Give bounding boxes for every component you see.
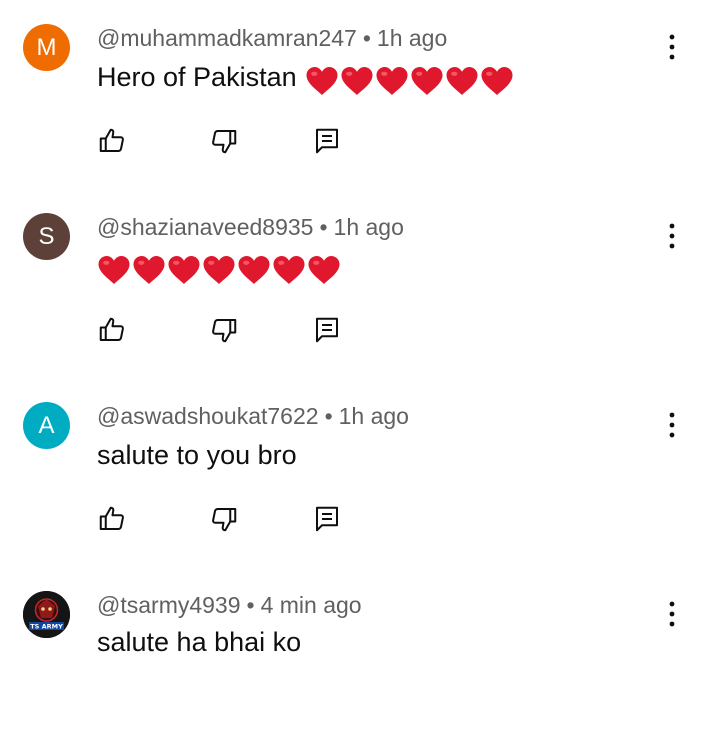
heart-emoji xyxy=(168,255,200,284)
comment-timestamp[interactable]: 1h ago xyxy=(339,403,409,429)
dislike-button[interactable] xyxy=(209,315,239,345)
more-vertical-icon xyxy=(669,34,675,60)
comment-item: A @aswadshoukat7622 • 1h ago salute to you… xyxy=(0,378,720,567)
avatar[interactable]: TS ARMY xyxy=(23,591,70,638)
comment-meta: @aswadshoukat7622 • 1h ago xyxy=(97,402,409,430)
heart-emoji xyxy=(238,255,270,284)
thumb-up-icon xyxy=(99,506,124,530)
reply-button[interactable] xyxy=(312,504,342,534)
dislike-button[interactable] xyxy=(209,126,239,156)
heart-emoji xyxy=(273,255,305,284)
comment-text: Hero of Pakistan xyxy=(97,60,515,96)
heart-emoji xyxy=(481,66,513,95)
dislike-button[interactable] xyxy=(209,504,239,534)
thumb-down-icon xyxy=(212,319,237,343)
like-button[interactable] xyxy=(97,504,127,534)
comment-more-button[interactable] xyxy=(660,32,684,62)
comment-text: salute ha bhai ko xyxy=(97,625,301,659)
avatar[interactable]: M xyxy=(23,24,70,71)
more-vertical-icon xyxy=(669,223,675,249)
comment-item: M @muhammadkamran247 • 1h ago Hero of Paki… xyxy=(0,0,720,189)
comment-timestamp[interactable]: 4 min ago xyxy=(261,592,362,618)
comment-more-button[interactable] xyxy=(660,221,684,251)
comment-body: Hero of Pakistan xyxy=(97,62,297,92)
heart-emoji xyxy=(446,66,478,95)
comment-more-button[interactable] xyxy=(660,599,684,629)
like-button[interactable] xyxy=(97,126,127,156)
comment-meta: @muhammadkamran247 • 1h ago xyxy=(97,24,447,52)
reply-button[interactable] xyxy=(312,315,342,345)
meta-separator: • xyxy=(246,592,255,618)
comment-timestamp[interactable]: 1h ago xyxy=(334,214,404,240)
heart-emoji-group xyxy=(97,251,342,285)
comment-text xyxy=(97,249,342,285)
comment-author-handle[interactable]: @muhammadkamran247 xyxy=(97,25,357,51)
comment-actions xyxy=(97,126,357,156)
comment-item: S @shazianaveed8935 • 1h ago xyxy=(0,189,720,378)
thumb-up-icon xyxy=(99,317,124,341)
like-button[interactable] xyxy=(97,315,127,345)
comment-author-handle[interactable]: @aswadshoukat7622 xyxy=(97,403,319,429)
comment-author-handle[interactable]: @shazianaveed8935 xyxy=(97,214,313,240)
heart-emoji xyxy=(341,66,373,95)
comment-meta: @tsarmy4939 • 4 min ago xyxy=(97,591,362,619)
reply-comment-icon xyxy=(316,128,338,154)
comment-meta: @shazianaveed8935 • 1h ago xyxy=(97,213,404,241)
heart-emoji xyxy=(411,66,443,95)
comment-timestamp[interactable]: 1h ago xyxy=(377,25,447,51)
heart-emoji xyxy=(98,255,130,284)
ts-army-badge-text: TS ARMY xyxy=(30,623,63,631)
comment-body: salute ha bhai ko xyxy=(97,627,302,657)
heart-emoji-group xyxy=(305,62,515,96)
heart-emoji xyxy=(203,255,235,284)
reply-comment-icon xyxy=(316,317,338,343)
avatar[interactable]: A xyxy=(23,402,70,449)
heart-emoji xyxy=(308,255,340,284)
comment-text: salute to you bro xyxy=(97,438,297,472)
meta-separator: • xyxy=(324,403,333,429)
thumb-down-icon xyxy=(212,130,237,154)
comment-actions xyxy=(97,504,357,534)
heart-emoji xyxy=(133,255,165,284)
reply-button[interactable] xyxy=(312,126,342,156)
reply-comment-icon xyxy=(316,506,338,532)
thumb-up-icon xyxy=(99,128,124,152)
more-vertical-icon xyxy=(669,412,675,438)
meta-separator: • xyxy=(319,214,328,240)
thumb-down-icon xyxy=(212,508,237,532)
comment-item: TS ARMY @tsarmy4939 • 4 min ago salute ha … xyxy=(0,567,720,756)
avatar[interactable]: S xyxy=(23,213,70,260)
comment-author-handle[interactable]: @tsarmy4939 xyxy=(97,592,241,618)
comment-actions xyxy=(97,315,357,345)
meta-separator: • xyxy=(362,25,371,51)
heart-emoji xyxy=(306,66,338,95)
comment-body: salute to you bro xyxy=(97,440,297,470)
comment-more-button[interactable] xyxy=(660,410,684,440)
more-vertical-icon xyxy=(669,601,675,627)
heart-emoji xyxy=(376,66,408,95)
ts-army-logo-image: TS ARMY xyxy=(23,591,70,638)
